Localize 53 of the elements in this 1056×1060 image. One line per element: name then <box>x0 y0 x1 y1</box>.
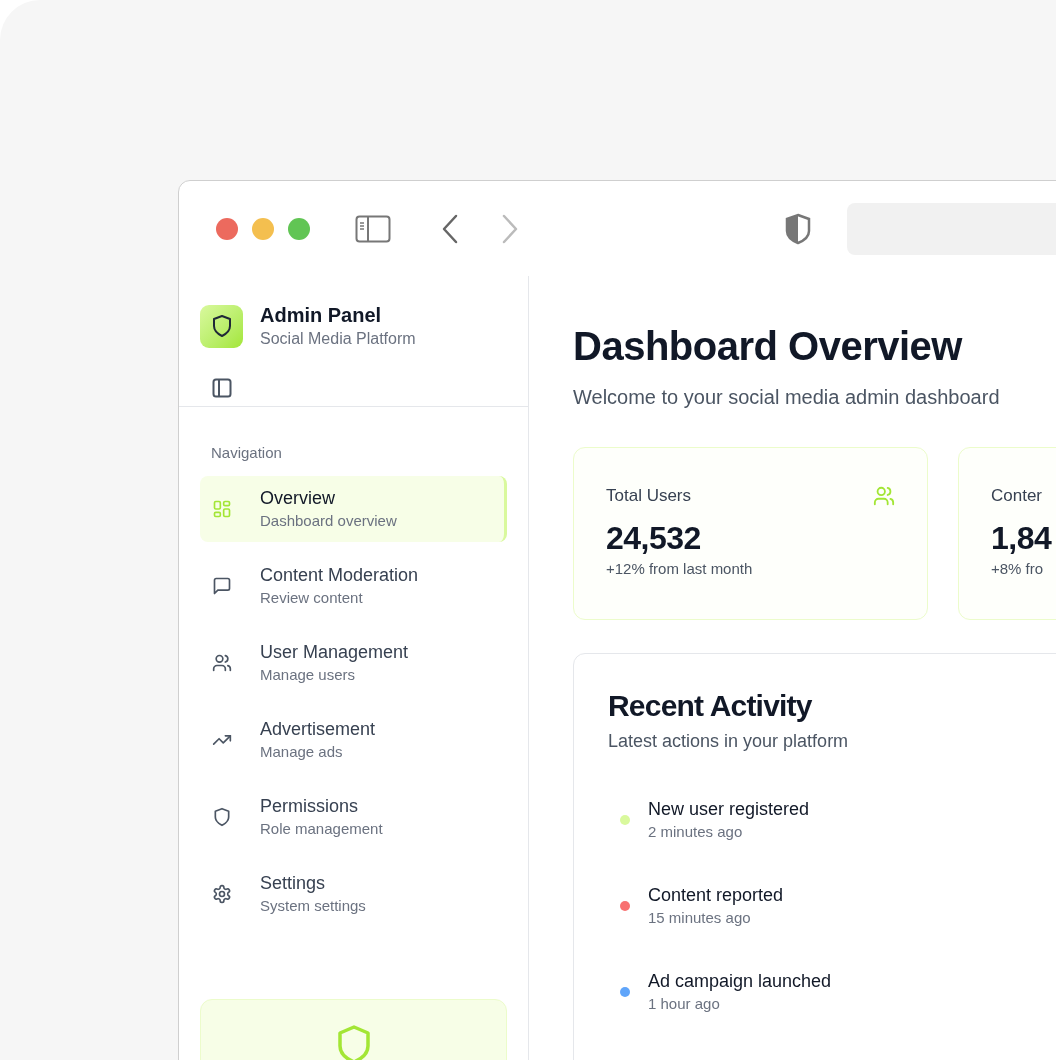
activity-text: Ad campaign launched <box>648 970 832 993</box>
grid-icon <box>212 499 232 519</box>
activity-time: 15 minutes ago <box>648 908 752 928</box>
maximize-button[interactable] <box>288 217 310 240</box>
nav-item[interactable]: User Management Manage users <box>200 630 507 696</box>
activity-text: New user registered <box>648 798 810 821</box>
stat-label: Conter <box>991 485 1043 508</box>
activity-time: 1 hour ago <box>648 994 721 1014</box>
nav-item[interactable]: Permissions Role management <box>200 784 507 850</box>
stat-change: +12% from last month <box>606 559 754 579</box>
nav-label: Overview <box>260 487 336 510</box>
stat-value: 24,532 <box>606 519 702 558</box>
card-title: Recent Activity <box>608 688 813 724</box>
nav-description: Dashboard overview <box>260 511 397 531</box>
nav-label: Advertisement <box>260 718 376 741</box>
nav-item[interactable]: Settings System settings <box>200 861 507 927</box>
nav-label: User Management <box>260 641 409 664</box>
nav-label: Content Moderation <box>260 564 419 587</box>
stat-label: Total Users <box>606 485 692 508</box>
nav-description: Manage users <box>260 665 357 685</box>
brand-title: Admin Panel <box>260 303 383 328</box>
shield-icon[interactable] <box>784 212 812 245</box>
nav-description: Review content <box>260 588 364 608</box>
nav-item[interactable]: Overview Dashboard overview <box>200 476 507 542</box>
activity-time: 2 minutes ago <box>648 822 744 842</box>
shield-icon <box>212 807 232 827</box>
forward-icon[interactable] <box>501 213 519 244</box>
activity-text: Content reported <box>648 884 784 907</box>
nav-description: Manage ads <box>260 742 344 762</box>
sidebar-toggle-icon[interactable] <box>355 214 391 243</box>
nav-description: Role management <box>260 819 383 839</box>
shield-icon <box>335 1024 372 1060</box>
back-icon[interactable] <box>441 213 459 244</box>
shield-icon <box>210 314 233 338</box>
stat-change: +8% fro <box>991 559 1045 579</box>
page-subtitle: Welcome to your social media admin dashboard <box>573 385 1001 410</box>
nav-item[interactable]: Content Moderation Review content <box>200 553 507 619</box>
nav-label: Permissions <box>260 795 360 818</box>
page-title: Dashboard Overview <box>573 323 964 370</box>
close-button[interactable] <box>216 217 238 240</box>
minimize-button[interactable] <box>252 217 274 240</box>
people-icon <box>873 485 895 507</box>
nav-label: Settings <box>260 872 327 895</box>
speech-bubble-icon <box>212 576 232 596</box>
card-subtitle: Latest actions in your platform <box>608 730 850 753</box>
sidebar-toggle-icon[interactable] <box>212 378 232 398</box>
settings-icon <box>212 884 232 904</box>
section-label: Navigation <box>210 442 283 463</box>
brand-subtitle: Social Media Platform <box>260 329 416 349</box>
nav-item[interactable]: Advertisement Manage ads <box>200 707 507 773</box>
stat-value: 1,84 <box>991 519 1053 558</box>
nav-description: System settings <box>260 896 366 916</box>
people-icon <box>212 653 232 673</box>
